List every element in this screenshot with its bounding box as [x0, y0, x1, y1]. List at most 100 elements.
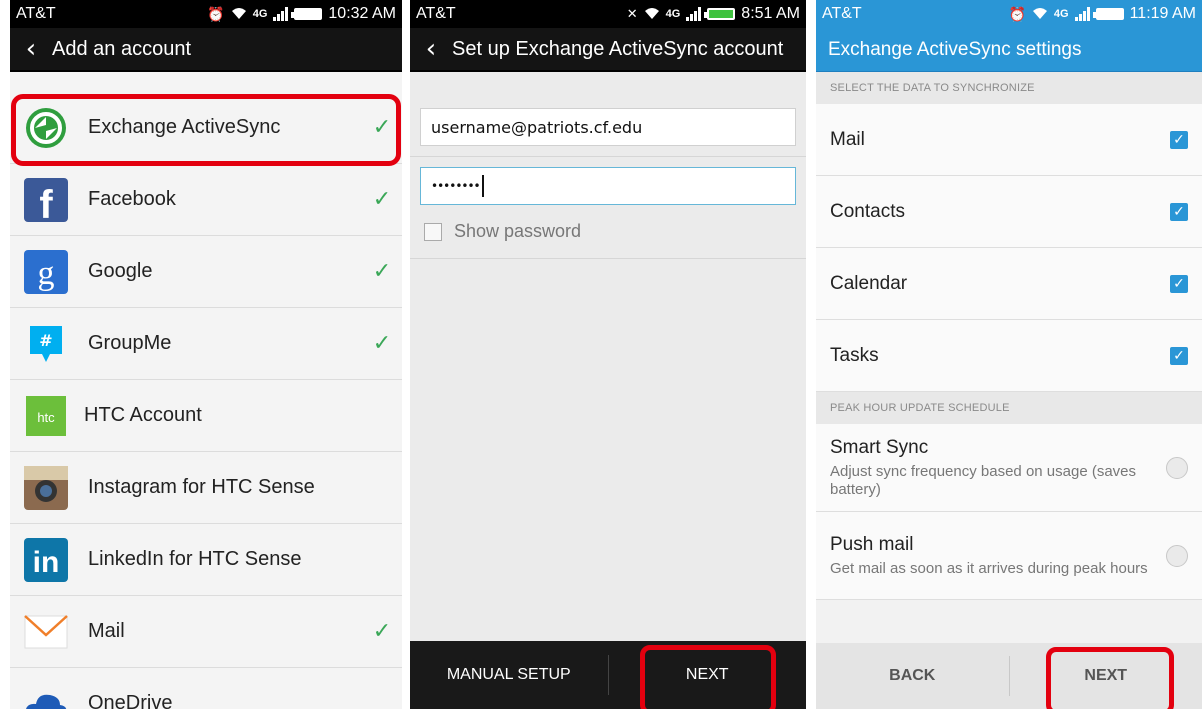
account-label: Facebook	[88, 188, 176, 210]
svg-text:#: #	[39, 331, 52, 350]
text-caret	[481, 175, 484, 197]
screen-exchange-setup: AT&T ✕ 4G 8:51 AM ‹ Set up Exchange Acti…	[410, 0, 806, 709]
sync-item-calendar[interactable]: Calendar ✓	[816, 248, 1202, 320]
status-bar: AT&T ⏰ 4G 10:32 AM	[10, 0, 402, 28]
option-description: Get mail as soon as it arrives during pe…	[830, 559, 1148, 577]
radio-button-icon[interactable]	[1166, 544, 1188, 567]
sync-item-contacts[interactable]: Contacts ✓	[816, 176, 1202, 248]
header-bar: ‹ Add an account	[10, 28, 402, 72]
page-title: Set up Exchange ActiveSync account	[452, 37, 784, 60]
check-icon: ✓	[372, 115, 392, 140]
account-label: GroupMe	[88, 332, 172, 354]
lte-icon: 4G	[665, 8, 681, 20]
back-arrow-icon[interactable]: ‹	[410, 27, 452, 71]
screen-activesync-settings: AT&T ⏰ 4G 11:19 AM Exchange ActiveSync s…	[816, 0, 1202, 709]
alarm-icon: ⏰	[207, 5, 225, 22]
divider	[410, 258, 806, 259]
account-item-facebook[interactable]: f Facebook ✓	[10, 164, 402, 236]
section-header-peak: PEAK HOUR UPDATE SCHEDULE	[816, 392, 1202, 424]
setup-form: username@patriots.cf.edu •••••••• Show p…	[410, 100, 806, 259]
signal-icon	[273, 7, 289, 21]
status-bar: AT&T ⏰ 4G 11:19 AM	[816, 0, 1202, 28]
account-item-exchange[interactable]: Exchange ActiveSync ✓	[10, 92, 402, 164]
status-bar: AT&T ✕ 4G 8:51 AM	[410, 0, 806, 28]
divider	[410, 156, 806, 157]
alarm-icon: ⏰	[1008, 5, 1026, 22]
clock: 8:51 AM	[741, 5, 800, 22]
account-item-groupme[interactable]: # GroupMe ✓	[10, 308, 402, 380]
sync-item-tasks[interactable]: Tasks ✓	[816, 320, 1202, 392]
schedule-option-push-mail[interactable]: Push mail Get mail as soon as it arrives…	[816, 512, 1202, 600]
schedule-option-smart-sync[interactable]: Smart Sync Adjust sync frequency based o…	[816, 424, 1202, 512]
wifi-icon	[644, 6, 660, 23]
instagram-icon	[24, 465, 68, 510]
google-icon: g	[24, 249, 68, 294]
account-label: LinkedIn for HTC Sense	[88, 548, 302, 570]
sync-item-mail[interactable]: Mail ✓	[816, 104, 1202, 176]
next-button[interactable]: NEXT	[1010, 667, 1202, 685]
bottom-action-bar: BACK NEXT	[816, 643, 1202, 709]
carrier-label: AT&T	[416, 5, 456, 22]
checkbox-checked-icon[interactable]: ✓	[1170, 346, 1188, 365]
checkbox-checked-icon[interactable]: ✓	[1170, 202, 1188, 221]
lte-icon: 4G	[1053, 8, 1069, 20]
battery-icon	[704, 8, 736, 20]
account-label: Instagram for HTC Sense	[88, 476, 315, 498]
page-title: Add an account	[52, 37, 191, 60]
svg-text:in: in	[33, 546, 60, 579]
onedrive-icon	[24, 682, 68, 709]
account-label: Google	[88, 260, 153, 282]
checkbox-checked-icon[interactable]: ✓	[1170, 130, 1188, 149]
check-icon: ✓	[372, 259, 392, 284]
mail-icon	[24, 610, 68, 654]
header-bar: ‹ Set up Exchange ActiveSync account	[410, 28, 806, 72]
account-list: Exchange ActiveSync ✓ f Facebook ✓ g Goo…	[10, 92, 402, 709]
radio-button-icon[interactable]	[1166, 456, 1188, 479]
option-description: Adjust sync frequency based on usage (sa…	[830, 462, 1137, 498]
battery-icon	[291, 8, 323, 20]
page-title: Exchange ActiveSync settings	[828, 38, 1082, 60]
bottom-action-bar: MANUAL SETUP NEXT	[410, 641, 806, 709]
htc-icon: htc	[26, 395, 66, 436]
option-title: Push mail	[830, 533, 914, 555]
svg-text:htc: htc	[37, 410, 55, 425]
groupme-icon: #	[24, 322, 68, 366]
account-item-linkedin[interactable]: in LinkedIn for HTC Sense	[10, 524, 402, 596]
account-item-mail[interactable]: Mail ✓	[10, 596, 402, 668]
exchange-activesync-icon	[24, 106, 68, 150]
svg-text:f: f	[39, 183, 53, 222]
account-item-onedrive[interactable]: OneDrive	[10, 668, 402, 709]
show-password-label: Show password	[454, 221, 582, 241]
check-icon: ✓	[372, 331, 392, 356]
email-field[interactable]: username@patriots.cf.edu	[420, 108, 796, 146]
account-label: HTC Account	[84, 404, 202, 426]
back-button[interactable]: BACK	[816, 667, 1009, 685]
check-icon: ✓	[372, 619, 392, 644]
linkedin-icon: in	[24, 537, 68, 582]
option-title: Smart Sync	[830, 436, 929, 458]
screen-add-account: AT&T ⏰ 4G 10:32 AM ‹ Add an account Exch…	[10, 0, 402, 709]
header-bar: Exchange ActiveSync settings	[816, 28, 1202, 72]
checkbox-icon	[424, 222, 442, 241]
back-arrow-icon[interactable]: ‹	[10, 27, 52, 71]
account-label: OneDrive	[88, 692, 173, 709]
lte-icon: 4G	[252, 8, 268, 20]
next-button[interactable]: NEXT	[609, 666, 807, 684]
account-item-google[interactable]: g Google ✓	[10, 236, 402, 308]
manual-setup-button[interactable]: MANUAL SETUP	[410, 666, 608, 684]
battery-icon	[1092, 8, 1124, 20]
account-label: Mail	[88, 620, 125, 642]
check-icon: ✓	[372, 187, 392, 212]
carrier-label: AT&T	[822, 5, 862, 22]
show-password-checkbox[interactable]: Show password	[424, 221, 792, 242]
checkbox-checked-icon[interactable]: ✓	[1170, 274, 1188, 293]
clock: 10:32 AM	[328, 5, 396, 22]
section-header-sync: SELECT THE DATA TO SYNCHRONIZE	[816, 72, 1202, 104]
facebook-icon: f	[24, 177, 68, 222]
wifi-icon	[231, 6, 247, 23]
svg-text:g: g	[38, 255, 55, 292]
account-item-htc[interactable]: htc HTC Account	[10, 380, 402, 452]
signal-icon	[1074, 7, 1090, 21]
account-item-instagram[interactable]: Instagram for HTC Sense	[10, 452, 402, 524]
password-field[interactable]: ••••••••	[420, 167, 796, 205]
